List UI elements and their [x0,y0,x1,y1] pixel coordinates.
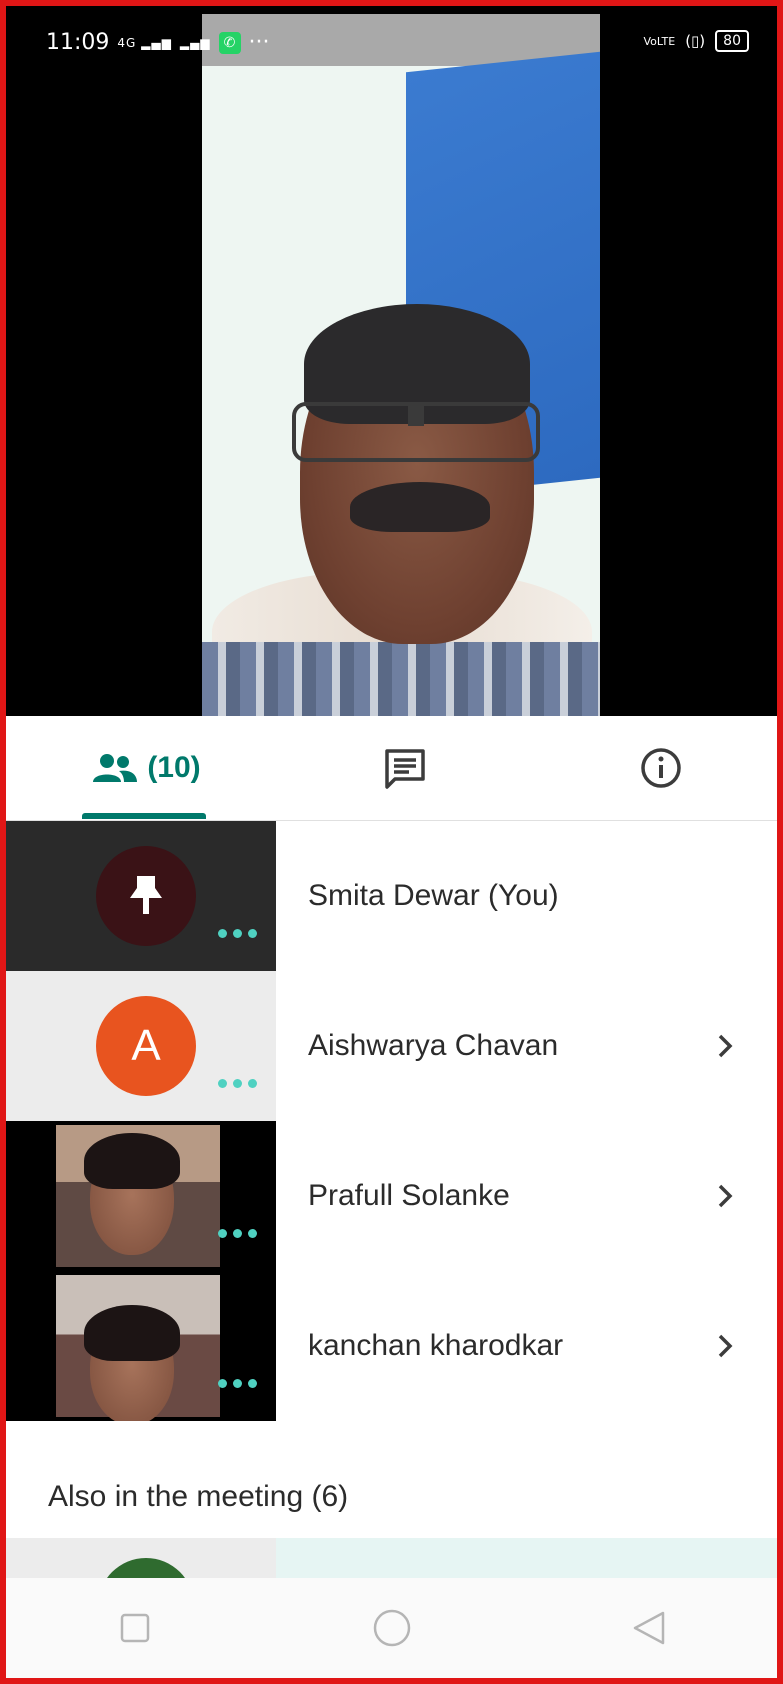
network-label: 4G [117,35,137,50]
back-button[interactable] [619,1598,679,1658]
participant-thumbnail: A [6,971,276,1121]
status-bar: 11:09 4G ▂▄▆ ▂▄▆ ✆ ··· VoLTE (▯) 80 [6,6,777,72]
signal-bars-icon: ▂▄▆ [179,35,211,50]
avatar [96,846,196,946]
avatar [98,1558,194,1578]
shirt [202,642,600,716]
people-icon [93,754,138,782]
system-nav-bar [6,1578,777,1678]
tab-chat[interactable] [330,716,480,820]
recent-apps-button[interactable] [105,1598,165,1658]
network-signal-icon: 4G ▂▄▆ [117,35,172,50]
chevron-right-icon[interactable] [695,1182,755,1210]
more-options-dots[interactable] [218,1229,257,1238]
active-tab-indicator [82,813,206,819]
status-time: 11:09 [46,30,110,55]
participant-name: kanchan kharodkar [308,1329,564,1362]
main-video-area[interactable]: 11:09 4G ▂▄▆ ▂▄▆ ✆ ··· VoLTE (▯) 80 [6,6,777,716]
participant-camera-feed [56,1275,220,1421]
chat-icon [385,749,425,789]
participant-hair [84,1133,180,1189]
participant-row[interactable]: A Aishwarya Chavan [6,971,777,1121]
also-in-meeting-heading: Also in the meeting (6) [48,1480,349,1513]
whatsapp-icon: ✆ [218,31,241,54]
participant-hair [84,1305,180,1361]
status-right: VoLTE (▯) 80 [644,30,749,52]
more-options-dots[interactable] [218,1379,257,1388]
square-icon [120,1613,149,1643]
more-options-dots[interactable] [218,929,257,938]
participant-name: Smita Dewar (You) [308,879,559,912]
home-button[interactable] [362,1598,422,1658]
chevron-right-icon[interactable] [695,1032,755,1060]
tab-info[interactable] [586,716,736,820]
participant-row[interactable]: Smita Dewar (You) [6,821,777,971]
info-icon [641,748,681,788]
participant-camera-feed [56,1125,220,1267]
participant-row-highlight [276,1538,777,1578]
more-options-dots[interactable] [218,1079,257,1088]
battery-icon: 80 [715,30,749,52]
pin-icon [130,876,162,914]
participant-row-partial[interactable] [6,1538,777,1578]
chevron-right-icon[interactable] [695,1332,755,1360]
participant-thumbnail [6,1271,276,1421]
vibrate-icon: (▯) [685,32,706,50]
participant-row[interactable]: Prafull Solanke [6,1121,777,1271]
speaker-video-feed [202,14,600,716]
participant-name: Aishwarya Chavan [308,1029,559,1062]
circle-icon [373,1609,410,1647]
participant-list: Smita Dewar (You) A Aishwarya Chavan Pra… [6,821,777,1421]
tab-people[interactable]: (10) [66,716,226,820]
participant-thumbnail [6,821,276,971]
participant-name: Prafull Solanke [308,1179,510,1212]
participant-thumbnail [6,1538,276,1578]
more-notifications-icon: ··· [248,30,270,55]
speaker-glasses [292,402,540,462]
speaker-moustache [350,482,490,532]
avatar: A [96,996,196,1096]
participant-thumbnail [6,1121,276,1271]
triangle-back-icon [633,1611,664,1645]
people-count: (10) [147,751,201,784]
participant-row[interactable]: kanchan kharodkar [6,1271,777,1421]
volte-icon: VoLTE [643,34,676,48]
status-left: 11:09 4G ▂▄▆ ▂▄▆ ✆ ··· [46,30,270,55]
meeting-tabs: (10) [6,716,777,821]
